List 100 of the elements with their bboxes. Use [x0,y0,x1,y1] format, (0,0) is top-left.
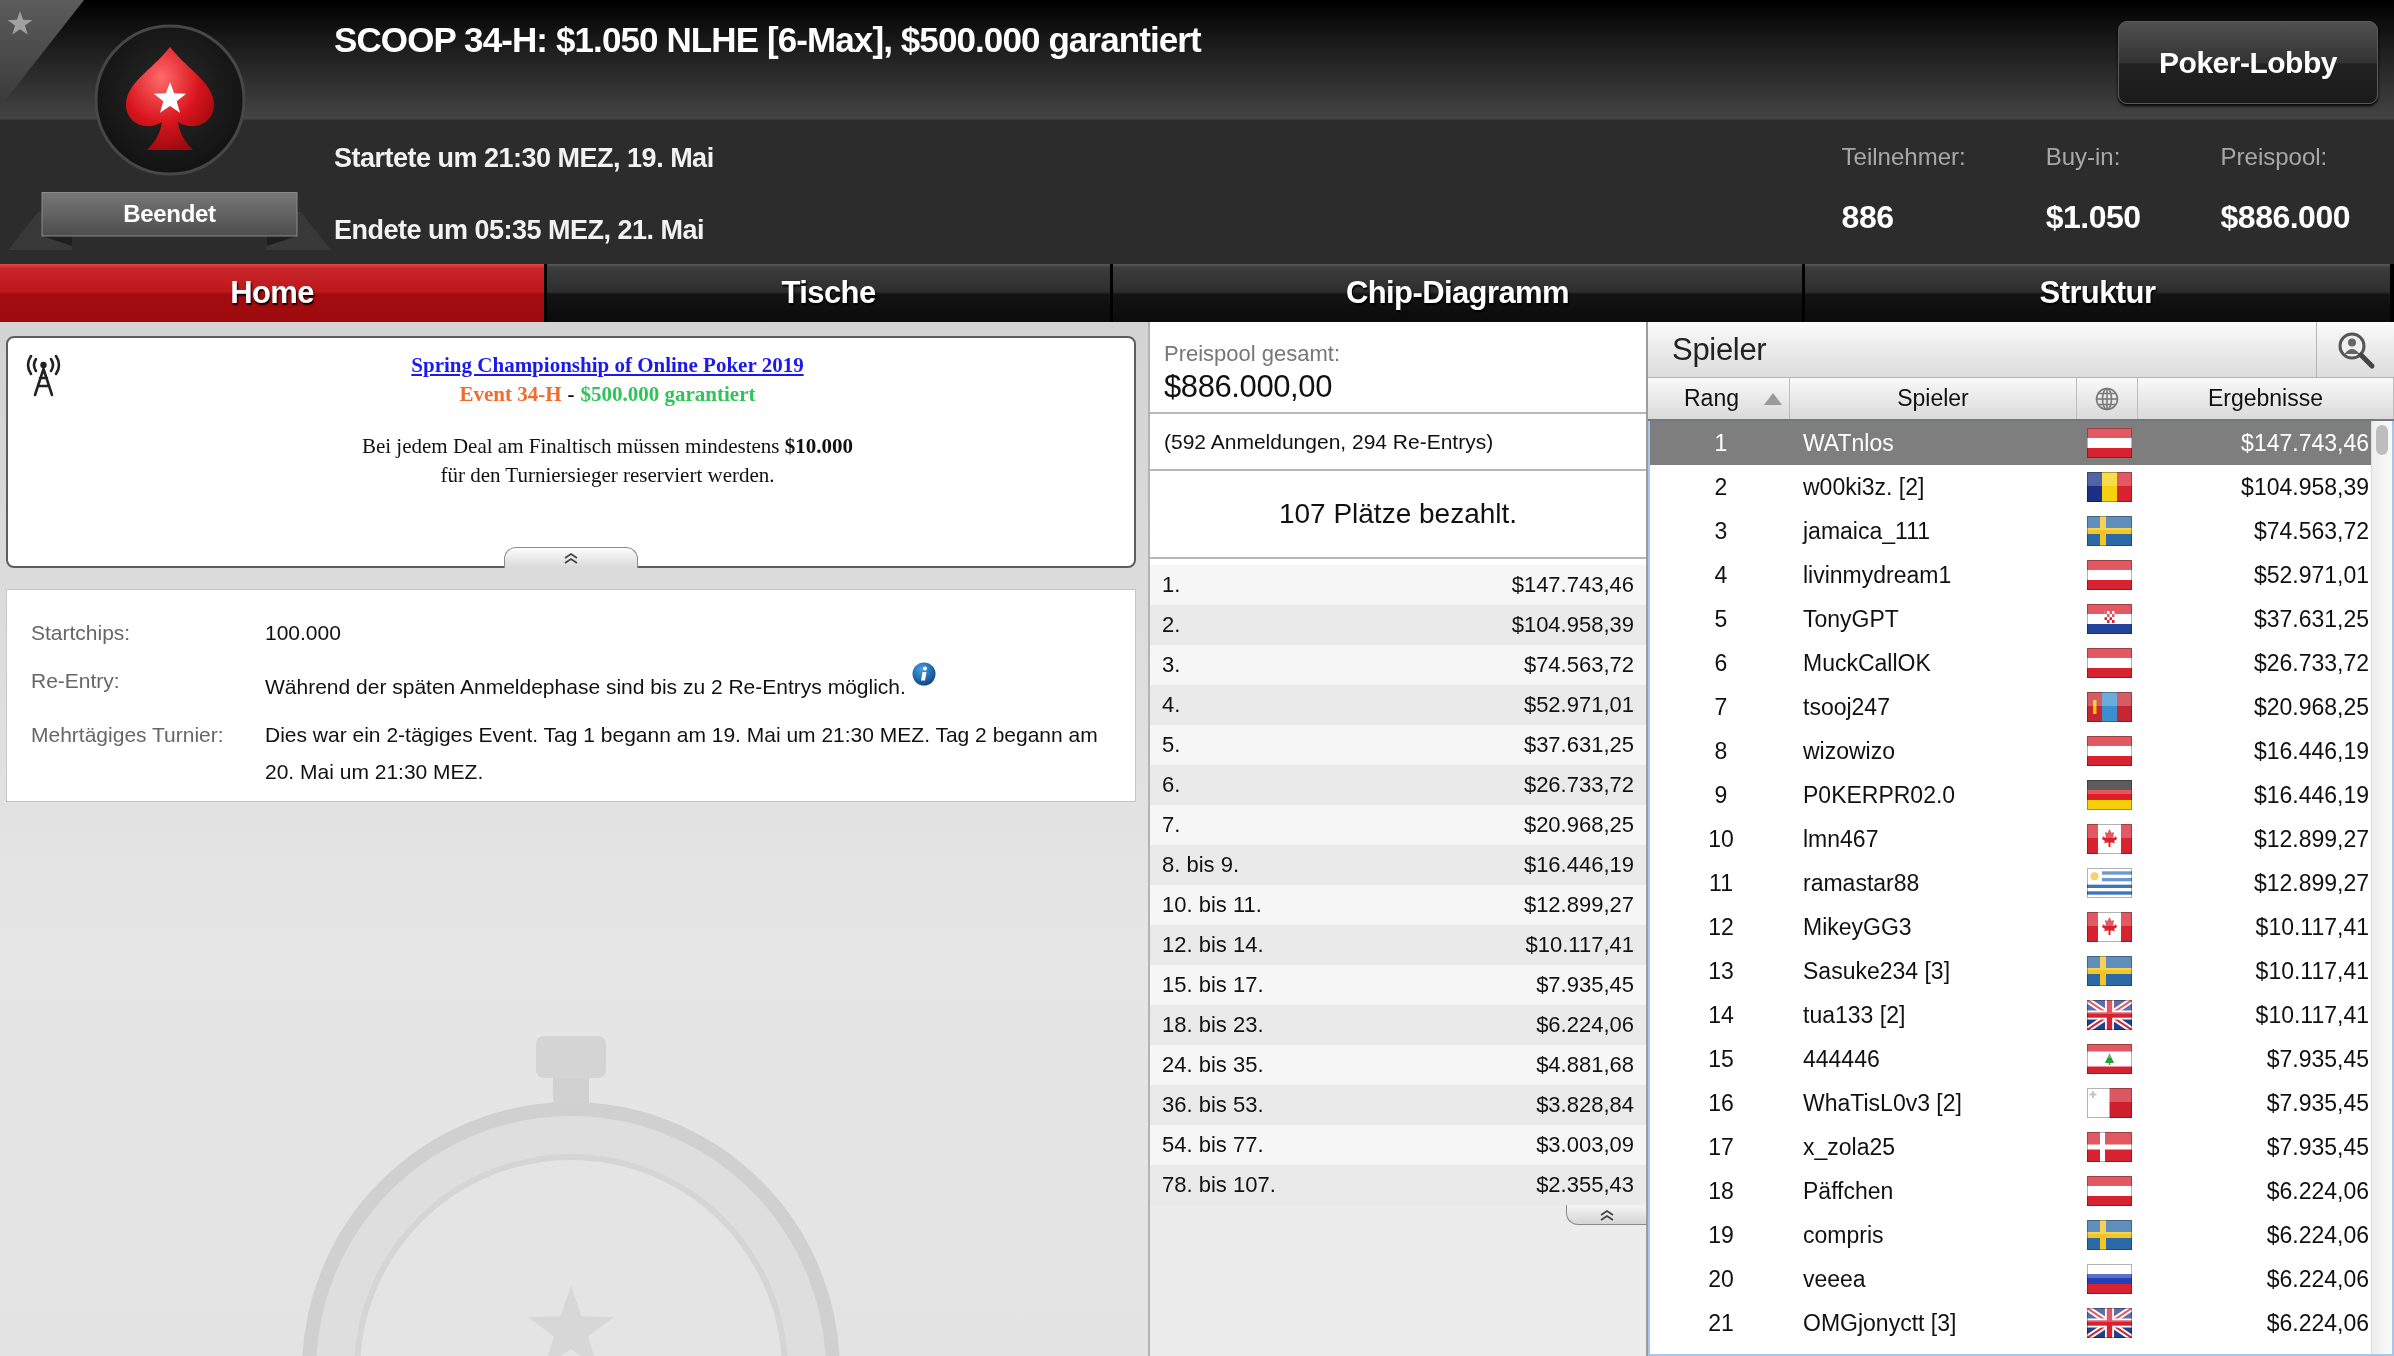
payout-place: 10. bis 11. [1162,892,1262,918]
prize-pool-value: $886.000,00 [1164,369,1332,405]
player-name: lmn467 [1803,825,1879,852]
tab[interactable]: Home [0,264,544,322]
player-name: P0KERPR02.0 [1803,781,1956,808]
tab[interactable]: Struktur [1805,264,2390,322]
payout-place: 18. bis 23. [1162,1012,1264,1038]
notice-text: Bei jedem Deal am Finaltisch müssen mindestens $10.000 für den Turniersieger reserviert werden. [360,433,855,489]
uk-flag-icon [2087,1308,2132,1338]
rank-text: 2 [1714,473,1728,500]
rank-text: 1 [1714,429,1728,456]
result-amount: $16.446,19 [2253,781,2369,808]
info-icon[interactable] [911,661,936,686]
tournament-title: SCOOP 34-H: $1.050 NLHE [6-Max], $500.000 garantiert [334,19,1201,61]
result-amount: $7.935,45 [2266,1089,2369,1116]
detail-value: 100.000 [265,620,341,644]
player-name: w00ki3z. [2] [1803,473,1925,500]
tab[interactable]: Tische [547,264,1110,322]
austria-flag-icon [2087,1176,2132,1206]
player-row[interactable]: 12 MikeyGG3 $10.117,41 [1650,905,2371,949]
result-amount: $10.117,41 [2255,1001,2369,1028]
payout-amount: $16.446,19 [1523,852,1634,878]
result-amount: $6.224,06 [2266,1221,2369,1248]
player-row[interactable]: 19 compris $6.224,06 [1650,1213,2371,1257]
player-row[interactable]: 1 WATnlos $147.743,46 [1650,421,2371,465]
player-row[interactable]: 9 P0KERPR02.0 $16.446,19 [1650,773,2371,817]
result-amount: $6.224,06 [2266,1309,2369,1336]
lobby-button[interactable]: Poker-Lobby [2118,21,2378,104]
player-row[interactable]: 7 tsooj247 $20.968,25 [1650,685,2371,729]
player-row[interactable]: 4 livinmydream1 $52.971,01 [1650,553,2371,597]
player-row[interactable]: 5 TonyGPT $37.631,25 [1650,597,2371,641]
player-row[interactable]: 20 veeea $6.224,06 [1650,1257,2371,1301]
player-row[interactable]: 17 x_zola25 $7.935,45 [1650,1125,2371,1169]
romania-flag-icon [2087,472,2132,502]
players-title: Spieler [1672,331,1767,368]
rank-text: 14 [1708,1001,1734,1028]
player-name: tsooj247 [1803,693,1890,720]
malta-flag-icon [2087,1088,2132,1118]
result-amount: $16.446,19 [2253,737,2369,764]
end-time-text: Endete um 05:35 MEZ, 21. Mai [334,213,705,247]
austria-flag-icon [2087,428,2132,458]
subtitle-text: $500.000 garantiert [580,381,756,408]
rank-text: 18 [1708,1177,1734,1204]
collapse-button[interactable] [504,547,638,568]
payout-place: 54. bis 77. [1162,1132,1264,1158]
scrollbar[interactable] [2371,421,2392,1354]
column-header[interactable]: Rang [1648,378,1790,419]
double-chevron-up-icon [563,552,579,564]
rank-text: 15 [1708,1045,1734,1072]
rank-text: 13 [1708,957,1734,984]
result-amount: $7.935,45 [2266,1133,2369,1160]
result-amount: $104.958,39 [2241,473,2369,500]
column-header[interactable]: Ergebnisse [2138,378,2394,419]
subtitle-text: Event 34-H [459,381,562,408]
player-name: jamaica_111 [1803,517,1930,544]
entries-text: (592 Anmeldungen, 294 Re-Entrys) [1164,429,1494,454]
payout-amount: $10.117,41 [1525,932,1634,958]
rank-text: 21 [1708,1309,1734,1336]
tab[interactable]: Chip-Diagramm [1113,264,1802,322]
detail-label: Re-Entry: [31,668,120,692]
payout-place: 15. bis 17. [1162,972,1264,998]
globe-icon [2095,386,2119,411]
championship-link[interactable]: Spring Championship of Online Poker 2019 [411,351,804,380]
player-row[interactable]: 16 WhaTisL0v3 [2] $7.935,45 [1650,1081,2371,1125]
subtitle-text: - [567,381,575,408]
player-row[interactable]: 10 lmn467 $12.899,27 [1650,817,2371,861]
double-chevron-up-icon [1598,1208,1615,1221]
canada-flag-icon [2087,912,2132,942]
rank-text: 3 [1714,517,1728,544]
payout-place: 2. [1162,612,1181,638]
player-row[interactable]: 21 OMGjonyctt [3] $6.224,06 [1650,1301,2371,1345]
payout-amount: $104.958,39 [1511,612,1634,638]
start-time-text: Startete um 21:30 MEZ, 19. Mai [334,141,714,175]
player-name: wizowizo [1803,737,1896,764]
column-header[interactable]: Spieler [1790,378,2077,419]
player-name: tua133 [2] [1803,1001,1906,1028]
player-row[interactable]: 13 Sasuke234 [3] $10.117,41 [1650,949,2371,993]
player-row[interactable]: 8 wizowizo $16.446,19 [1650,729,2371,773]
rank-text: 5 [1714,605,1728,632]
player-row[interactable]: 15 444446 $7.935,45 [1650,1037,2371,1081]
collapse-button[interactable] [1566,1205,1646,1225]
mongolia-flag-icon [2087,692,2132,722]
detail-value: Während der späten Anmeldephase sind bis zu 2 Re-Entrys möglich. [265,674,906,698]
payout-place: 1. [1162,572,1181,598]
scrollbar-thumb[interactable] [2376,425,2388,455]
sweden-flag-icon [2087,956,2132,986]
player-row[interactable]: 6 MuckCallOK $26.733,72 [1650,641,2371,685]
player-row[interactable]: 3 jamaica_111 $74.563,72 [1650,509,2371,553]
austria-flag-icon [2087,648,2132,678]
player-row[interactable]: 11 ramastar88 $12.899,27 [1650,861,2371,905]
payout-place: 36. bis 53. [1162,1092,1264,1118]
player-row[interactable]: 14 tua133 [2] $10.117,41 [1650,993,2371,1037]
payout-place: 24. bis 35. [1162,1052,1264,1078]
player-row[interactable]: 2 w00ki3z. [2] $104.958,39 [1650,465,2371,509]
payout-amount: $3.003,09 [1536,1132,1634,1158]
payout-place: 3. [1162,652,1181,678]
player-row[interactable]: 18 Päffchen $6.224,06 [1650,1169,2371,1213]
player-name: WATnlos [1803,429,1894,456]
player-name: WhaTisL0v3 [2] [1803,1089,1962,1116]
germany-flag-icon [2087,780,2132,810]
